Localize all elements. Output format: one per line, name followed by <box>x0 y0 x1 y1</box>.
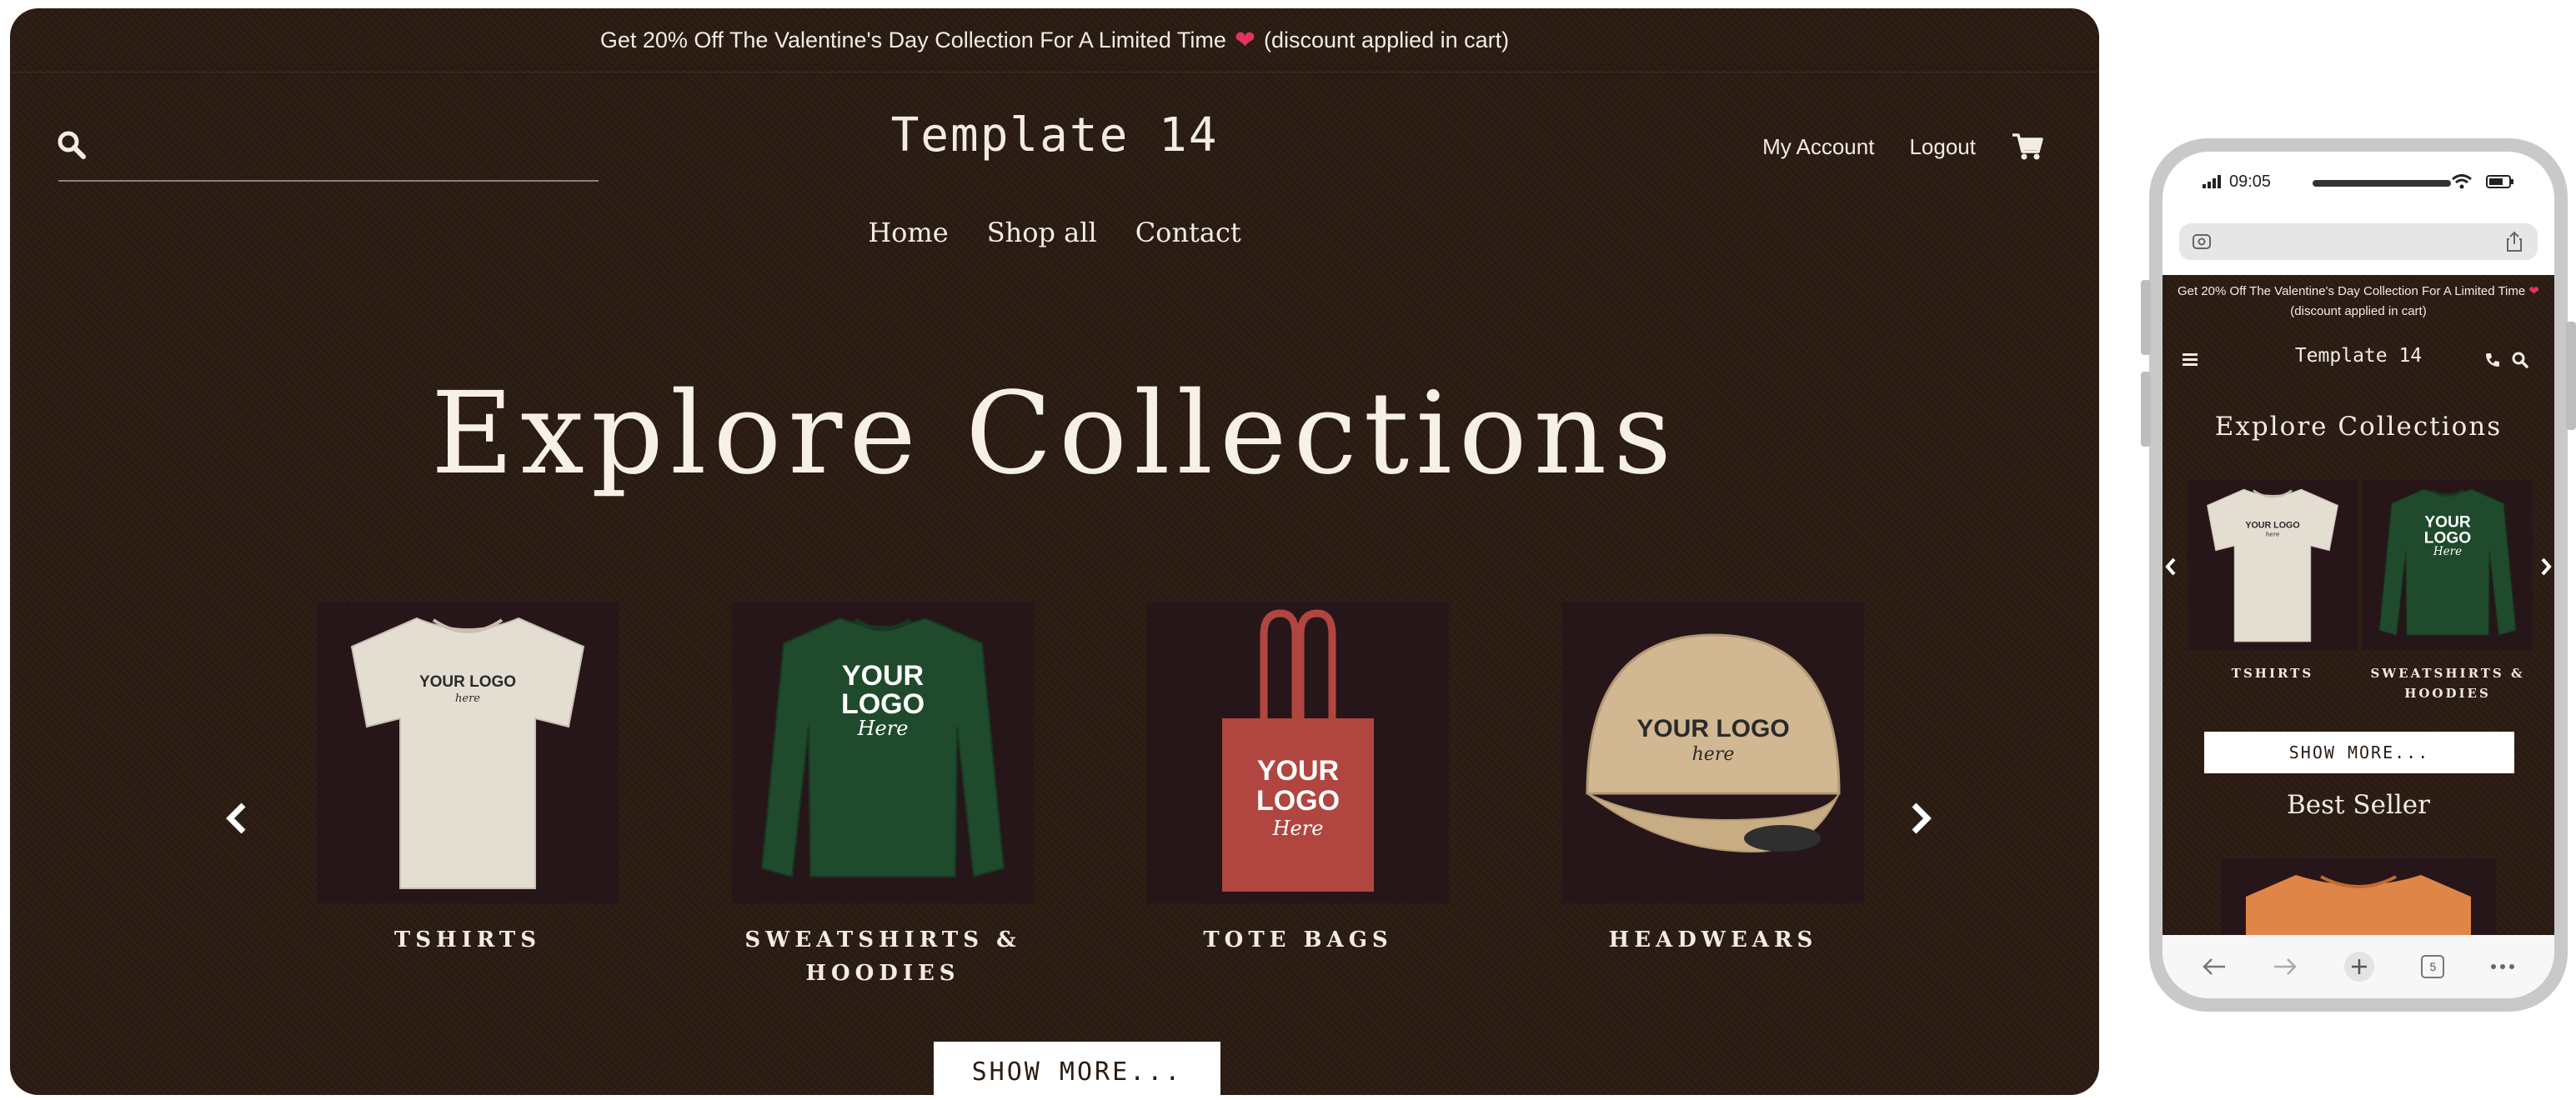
mobile-promo-banner: Get 20% Off The Valentine's Day Collecti… <box>2163 282 2554 322</box>
desktop-browser-view: Get 20% Off The Valentine's Day Collecti… <box>10 8 2099 1095</box>
phone-side-button <box>2141 280 2151 355</box>
heart-icon: ❤ <box>2528 284 2539 298</box>
collection-caption[interactable]: SWEATSHIRTS & HOODIES <box>732 923 1034 990</box>
promo-banner: Get 20% Off The Valentine's Day Collecti… <box>10 8 2099 72</box>
tshirt-print-line2: here <box>455 692 480 705</box>
tote-bag-image: YOUR LOGO Here <box>1147 602 1449 903</box>
promo-text: Get 20% Off The Valentine's Day Collecti… <box>599 27 1226 52</box>
phone-icon[interactable] <box>2484 352 2501 368</box>
browser-toolbar: 5 <box>2163 935 2554 998</box>
collection-caption[interactable]: TSHIRTS <box>317 923 619 957</box>
tshirt-image: YOUR LOGO here <box>317 602 619 903</box>
collection-card-tshirts[interactable]: YOUR LOGO here TSHIRTS <box>317 602 619 957</box>
site-settings-icon[interactable] <box>2191 231 2213 252</box>
signal-icon <box>2203 175 2221 189</box>
mobile-collection-caption[interactable]: SWEATSHIRTS & HOODIES <box>2363 663 2533 703</box>
tshirt-print-line1: YOUR LOGO <box>419 673 516 691</box>
new-tab-icon[interactable] <box>2343 950 2376 983</box>
nav-shop-all[interactable]: Shop all <box>987 217 1097 248</box>
logout-link[interactable]: Logout <box>1909 134 1976 160</box>
cap-image: YOUR LOGO here <box>1562 602 1864 903</box>
collection-card-tote-bags[interactable]: YOUR LOGO Here TOTE BAGS <box>1147 602 1449 957</box>
sweatshirt-print-line3: Here <box>857 717 909 740</box>
sweatshirt-print-line2: LOGO <box>841 688 925 720</box>
arrow-right-icon[interactable] <box>2539 557 2553 577</box>
mobile-collection-card-tshirts[interactable]: YOUR LOGO here TSHIRTS <box>2188 480 2358 683</box>
tote-print-line3: Here <box>1272 817 1324 840</box>
arrow-left-icon[interactable] <box>223 802 250 835</box>
nav-home[interactable]: Home <box>868 217 948 248</box>
heart-icon: ❤ <box>1234 26 1255 54</box>
mobile-hero-title: Explore Collections <box>2214 412 2503 442</box>
collection-card-headwears[interactable]: YOUR LOGO here HEADWEARS <box>1562 602 1864 957</box>
collection-caption[interactable]: HEADWEARS <box>1562 923 1864 957</box>
forward-icon[interactable] <box>2273 957 2298 977</box>
collection-caption[interactable]: TOTE BAGS <box>1147 923 1449 957</box>
status-time: 09:05 <box>2229 172 2272 191</box>
show-more-button[interactable]: SHOW MORE... <box>934 1042 1220 1095</box>
cart-icon[interactable] <box>2011 132 2044 162</box>
mobile-collection-caption[interactable]: TSHIRTS <box>2188 663 2358 683</box>
arrow-right-icon[interactable] <box>1907 802 1934 835</box>
search-input[interactable] <box>58 180 599 182</box>
my-account-link[interactable]: My Account <box>1762 134 1874 160</box>
tshirt-print-line2: here <box>2266 531 2280 538</box>
main-nav: Home Shop all Contact <box>10 217 2099 248</box>
search-icon[interactable] <box>2511 351 2529 369</box>
caption-line: SWEATSHIRTS & <box>2370 666 2525 681</box>
tshirt-image: YOUR LOGO here <box>2188 480 2358 650</box>
signal-time: 09:05 <box>2203 172 2271 192</box>
hero-title: Explore Collections <box>430 368 1679 500</box>
dynamic-island <box>2313 180 2451 187</box>
account-links: My Account Logout <box>1762 132 2044 162</box>
mobile-device-frame: 09:05 Get 20% Off The Valentine's Day Co… <box>2141 138 2576 1012</box>
caption-line: TOTE BAGS <box>1203 928 1393 952</box>
tote-print-line2: LOGO <box>1256 785 1340 817</box>
best-seller-product-image[interactable] <box>2221 858 2496 935</box>
sweatshirt-print-line2: LOGO <box>2424 530 2472 548</box>
caption-line: TSHIRTS <box>2231 666 2314 681</box>
back-icon[interactable] <box>2202 957 2227 977</box>
tshirt-print-line1: YOUR LOGO <box>2245 520 2299 530</box>
sweatshirt-print-line1: YOUR <box>842 660 924 692</box>
sweatshirt-image: YOUR LOGO Here <box>732 602 1034 903</box>
url-bar[interactable] <box>2179 223 2538 260</box>
caption-line: SWEATSHIRTS & <box>744 928 1021 952</box>
mobile-show-more-button[interactable]: SHOW MORE... <box>2204 732 2514 773</box>
cap-print-line2: here <box>1692 744 1735 765</box>
tote-print-line1: YOUR <box>1257 755 1339 787</box>
mobile-promo-text: Get 20% Off The Valentine's Day Collecti… <box>2178 284 2526 298</box>
cap-print-line1: YOUR LOGO <box>1636 715 1789 742</box>
caption-line: HOODIES <box>805 961 960 986</box>
mobile-promo-discount-note: (discount applied in cart) <box>2290 304 2427 318</box>
status-icons <box>2451 172 2514 192</box>
wifi-icon <box>2452 174 2473 189</box>
best-seller-heading: Best Seller <box>2287 790 2430 820</box>
collection-card-sweatshirts[interactable]: YOUR LOGO Here SWEATSHIRTS & HOODIES <box>732 602 1034 990</box>
promo-discount-note: (discount applied in cart) <box>1264 27 1510 52</box>
mobile-screen: 09:05 Get 20% Off The Valentine's Day Co… <box>2163 152 2554 998</box>
mobile-page-content: Get 20% Off The Valentine's Day Collecti… <box>2163 275 2554 935</box>
mobile-collection-card-sweatshirts[interactable]: YOUR LOGO Here SWEATSHIRTS & HOODIES <box>2363 480 2533 703</box>
nav-contact[interactable]: Contact <box>1135 217 1241 248</box>
arrow-left-icon[interactable] <box>2164 557 2178 577</box>
phone-side-button <box>2566 322 2576 430</box>
sweatshirt-print-line3: Here <box>2433 545 2462 558</box>
more-icon[interactable] <box>2490 963 2515 970</box>
caption-line: HEADWEARS <box>1608 928 1818 952</box>
battery-icon <box>2486 175 2513 189</box>
caption-line: TSHIRTS <box>393 928 542 952</box>
tabs-icon[interactable]: 5 <box>2421 955 2445 978</box>
sweatshirt-image: YOUR LOGO Here <box>2363 480 2533 650</box>
tab-count: 5 <box>2429 960 2437 973</box>
phone-side-button <box>2141 372 2151 447</box>
caption-line: HOODIES <box>2404 686 2491 701</box>
sweatshirt-print-line1: YOUR <box>2424 513 2471 531</box>
share-icon[interactable] <box>2504 231 2524 252</box>
